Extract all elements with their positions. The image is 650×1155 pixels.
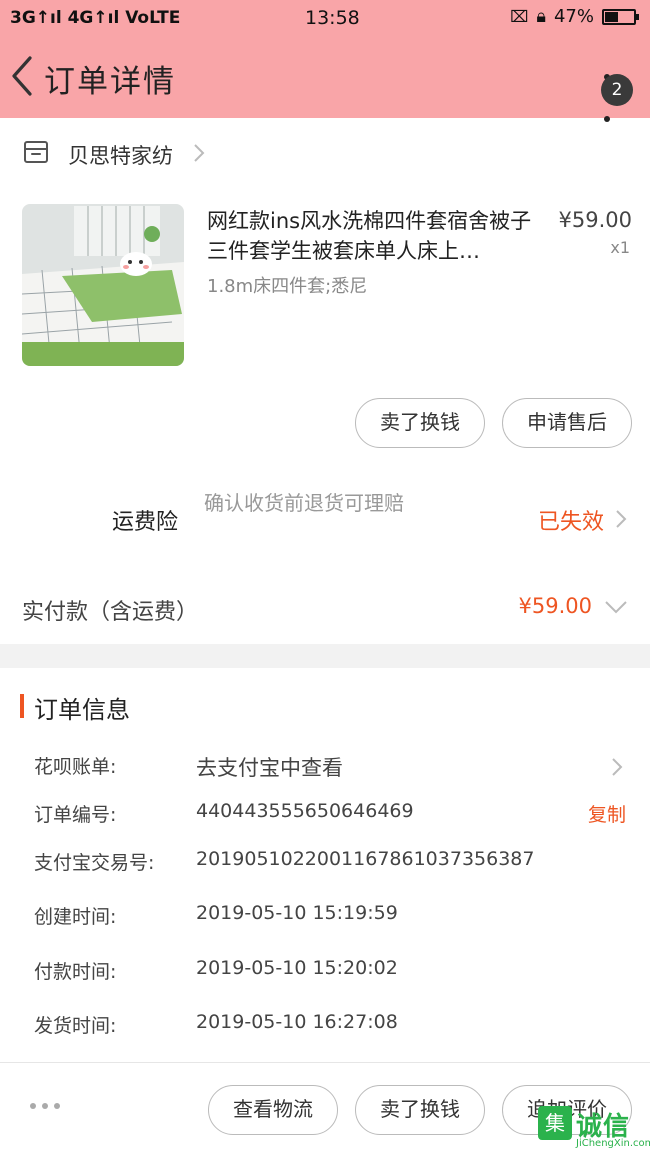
battery-percent: 47% (553, 6, 594, 27)
more-actions-icon[interactable] (30, 1103, 60, 1109)
copy-button[interactable]: 复制 (588, 800, 626, 827)
resell-button[interactable]: 卖了换钱 (355, 398, 485, 448)
watermark-badge: 集 (538, 1106, 572, 1140)
battery-fill (605, 11, 618, 22)
info-row-shipped: 发货时间: 2019-05-10 16:27:08 (0, 1001, 650, 1049)
info-value: 2019-05-10 15:20:02 (196, 957, 398, 979)
status-bar: 3G↑ıl 4G↑ıl VoLTE 13:58 ⌧ 🔒︎ 47% (0, 0, 650, 36)
section-divider (0, 644, 650, 668)
info-row-paid: 付款时间: 2019-05-10 15:20:02 (0, 947, 650, 995)
payment-label: 实付款（含运费） (22, 600, 199, 625)
battery-icon (602, 8, 639, 25)
back-arrow-icon[interactable] (6, 52, 36, 100)
product-price: ¥59.00 (558, 208, 632, 232)
insurance-label: 运费险 (112, 510, 179, 535)
shipping-insurance-row[interactable]: 运费险 确认收货前退货可理赔 已失效 (0, 480, 650, 560)
info-label: 发货时间: (34, 1015, 117, 1037)
info-value: 2019-05-10 15:19:59 (196, 902, 398, 924)
chevron-right-icon (612, 758, 623, 776)
vibrate-icon: ⌧ (509, 7, 529, 26)
info-row-huabei[interactable]: 花呗账单: 去支付宝中查看 (0, 742, 650, 790)
view-logistics-button[interactable]: 查看物流 (208, 1085, 338, 1135)
status-icons: ⌧ 🔒︎ 47% (509, 6, 639, 27)
insurance-description: 确认收货前退货可理赔 (204, 491, 404, 515)
store-icon (24, 141, 48, 163)
after-sale-button[interactable]: 申请售后 (502, 398, 632, 448)
product-title[interactable]: 网红款ins风水洗棉四件套宿舍被子三件套学生被套床单人床上… (207, 206, 547, 268)
payment-amount: ¥59.00 (518, 594, 592, 618)
order-info-header: 订单信息 (0, 668, 650, 742)
info-label: 付款时间: (34, 961, 117, 983)
info-value: 2019051022001167861037356387 (196, 848, 535, 870)
info-row-order-number: 订单编号: 440443555650646469 复制 (0, 790, 650, 838)
chevron-right-icon (616, 510, 627, 528)
watermark-logo: 集 诚信 JiChengXin.com (532, 1100, 650, 1155)
product-image[interactable] (22, 204, 184, 366)
signal-indicator: 3G↑ıl 4G↑ıl VoLTE (10, 8, 181, 28)
insurance-status: 已失效 (538, 510, 605, 535)
watermark-url: JiChengXin.com (576, 1138, 650, 1149)
product-quantity: x1 (610, 238, 630, 257)
product-spec: 1.8m床四件套;悉尼 (207, 276, 368, 297)
info-value: 去支付宝中查看 (196, 756, 343, 780)
app-header: 订单详情 2 (0, 36, 650, 122)
info-label: 创建时间: (34, 906, 117, 928)
section-title: 订单信息 (34, 696, 130, 724)
shop-row[interactable]: 贝思特家纺 (0, 118, 650, 192)
payment-row[interactable]: 实付款（含运费） ¥59.00 (0, 580, 650, 640)
shop-name: 贝思特家纺 (68, 144, 173, 168)
info-value: 440443555650646469 (196, 800, 414, 822)
info-row-created: 创建时间: 2019-05-10 15:19:59 (0, 892, 650, 940)
info-row-alipay-trade: 支付宝交易号: 2019051022001167861037356387 (0, 838, 650, 886)
info-label: 订单编号: (34, 804, 117, 826)
page-title: 订单详情 (44, 64, 176, 100)
product-item[interactable]: 网红款ins风水洗棉四件套宿舍被子三件套学生被套床单人床上… 1.8m床四件套;… (0, 192, 650, 392)
chevron-right-icon (194, 144, 205, 162)
section-accent-bar (20, 694, 24, 718)
message-count-badge[interactable]: 2 (601, 74, 633, 106)
info-value: 2019-05-10 16:27:08 (196, 1011, 398, 1033)
info-label: 支付宝交易号: (34, 852, 155, 874)
chevron-down-icon[interactable] (604, 600, 628, 614)
clock: 13:58 (305, 7, 360, 29)
lock-rotation-icon: 🔒︎ (536, 6, 546, 27)
resell-button-bottom[interactable]: 卖了换钱 (355, 1085, 485, 1135)
info-label: 花呗账单: (34, 756, 117, 778)
